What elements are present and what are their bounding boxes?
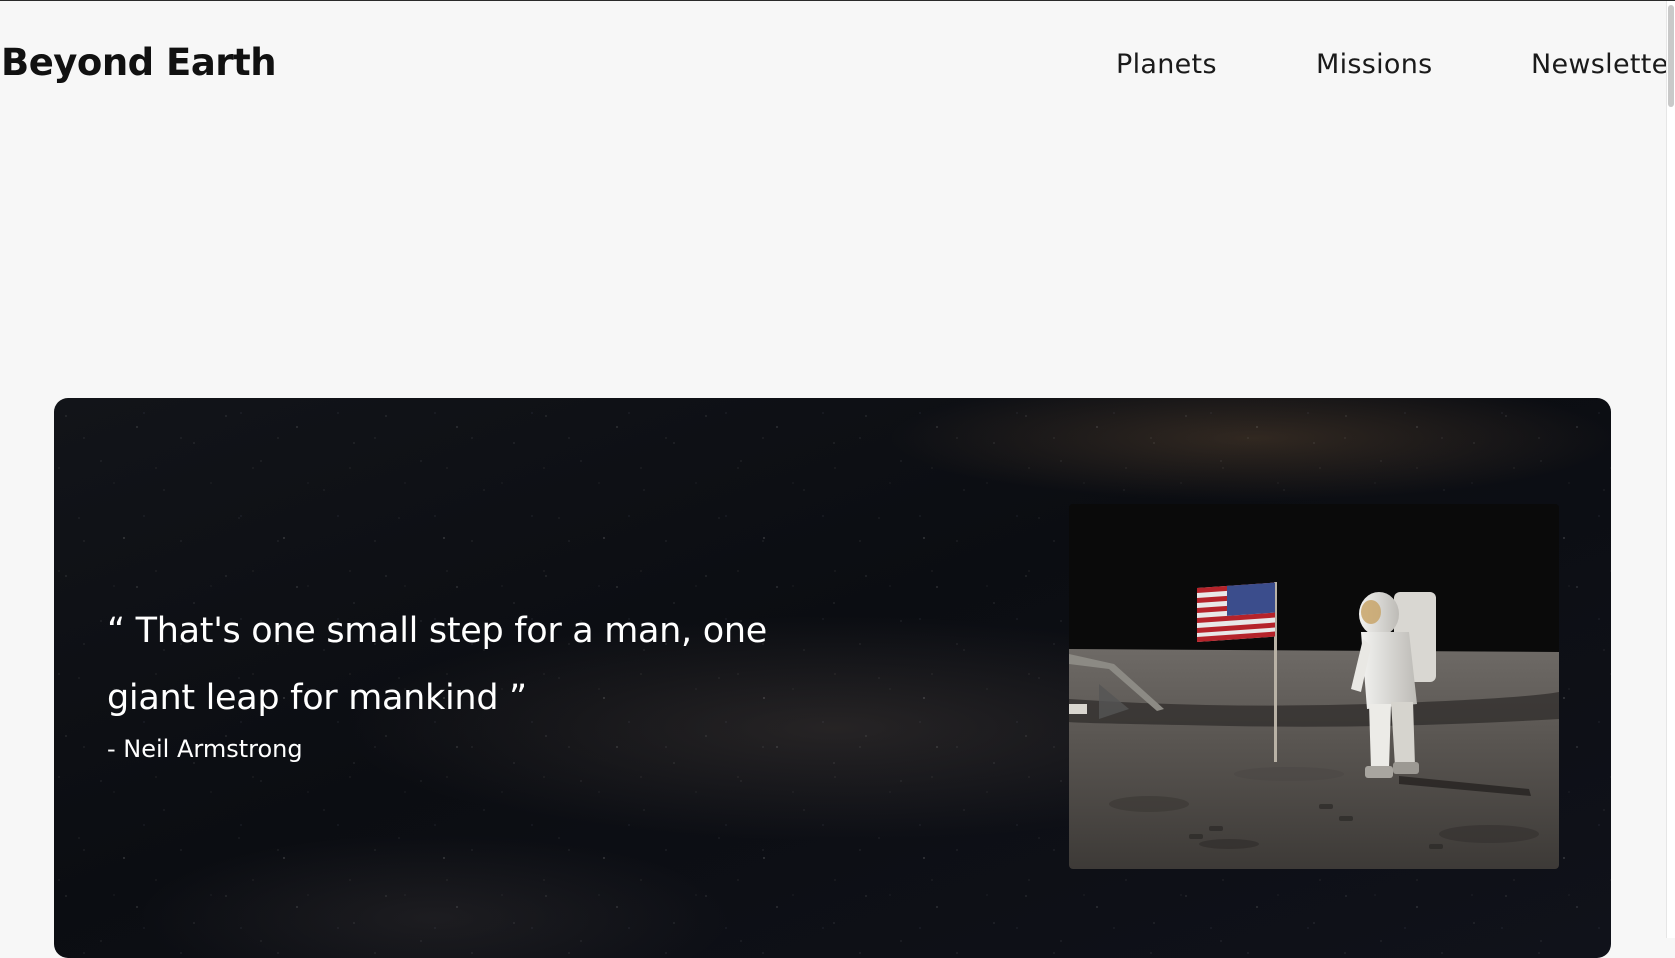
- hero-banner: “ That's one small step for a man, one g…: [54, 398, 1611, 958]
- site-header: Beyond Earth Planets Missions Newsletter: [0, 1, 1675, 131]
- site-logo[interactable]: Beyond Earth: [1, 41, 277, 84]
- page-scrollbar[interactable]: [1666, 1, 1675, 938]
- nav-link-planets[interactable]: Planets: [1116, 49, 1217, 80]
- nav-link-missions[interactable]: Missions: [1316, 49, 1433, 80]
- quote-author: - Neil Armstrong: [107, 735, 303, 763]
- scrollbar-thumb[interactable]: [1668, 5, 1674, 107]
- hero-quote: “ That's one small step for a man, one g…: [107, 611, 767, 718]
- moon-landing-photo: [1069, 504, 1559, 869]
- moon-landing-illustration: [1069, 504, 1559, 869]
- nav-link-newsletter[interactable]: Newsletter: [1531, 49, 1675, 80]
